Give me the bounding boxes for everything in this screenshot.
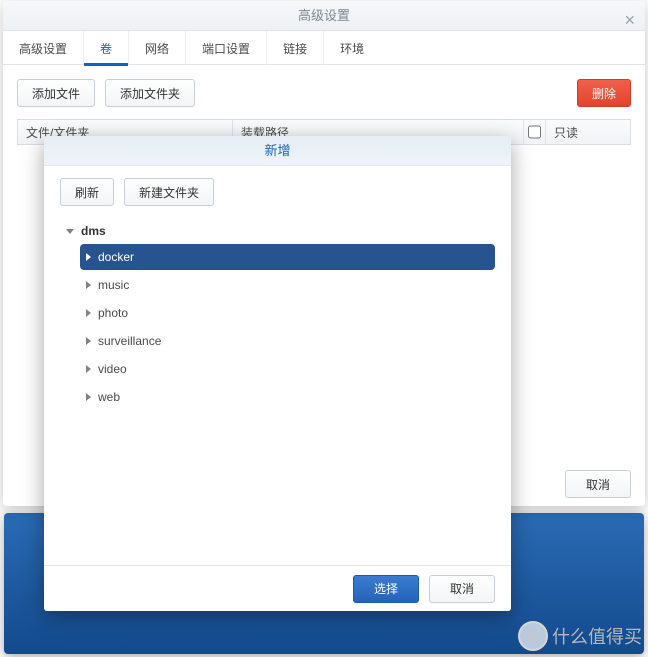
chevron-right-icon	[86, 337, 91, 345]
dialog-title: 新增	[44, 136, 511, 166]
chevron-right-icon	[86, 281, 91, 289]
new-folder-button[interactable]: 新建文件夹	[124, 178, 214, 206]
column-readonly[interactable]: 只读	[546, 120, 630, 144]
main-cancel-button[interactable]: 取消	[565, 470, 631, 498]
tabs: 高级设置 卷 网络 端口设置 链接 环境	[3, 31, 645, 65]
tree-root-label: dms	[81, 224, 106, 238]
tree-item-web[interactable]: web	[80, 384, 495, 410]
cancel-button[interactable]: 取消	[429, 575, 495, 603]
volume-toolbar: 添加文件 添加文件夹 删除	[17, 79, 631, 107]
tree-children: docker music photo surveillance video	[60, 244, 495, 410]
add-folder-button[interactable]: 添加文件夹	[105, 79, 195, 107]
tab-advanced[interactable]: 高级设置	[3, 31, 84, 65]
window-body: 添加文件 添加文件夹 删除 文件/文件夹 装载路径 只读	[3, 65, 645, 145]
tree-item-surveillance[interactable]: surveillance	[80, 328, 495, 354]
tree-item-label: surveillance	[98, 334, 161, 348]
tree-item-music[interactable]: music	[80, 272, 495, 298]
chevron-right-icon	[86, 393, 91, 401]
spacer	[205, 79, 567, 107]
column-checkbox[interactable]	[524, 120, 546, 144]
chevron-right-icon	[86, 253, 91, 261]
tab-ports[interactable]: 端口设置	[186, 31, 267, 65]
chevron-down-icon	[66, 229, 74, 234]
folder-browser-dialog: 新增 刷新 新建文件夹 dms docker music	[44, 136, 511, 611]
tree-item-label: music	[98, 278, 129, 292]
dialog-body: 刷新 新建文件夹 dms docker music photo	[44, 166, 511, 565]
tab-env[interactable]: 环境	[324, 31, 380, 65]
tree-item-label: video	[98, 362, 127, 376]
tree-item-video[interactable]: video	[80, 356, 495, 382]
dialog-footer: 选择 取消	[44, 565, 511, 611]
tree-item-label: photo	[98, 306, 128, 320]
refresh-button[interactable]: 刷新	[60, 178, 114, 206]
tree-item-label: docker	[98, 250, 134, 264]
tab-links[interactable]: 链接	[267, 31, 324, 65]
tree-item-label: web	[98, 390, 120, 404]
tab-network[interactable]: 网络	[129, 31, 186, 65]
close-icon[interactable]: ×	[624, 5, 635, 35]
folder-tree: dms docker music photo surveillance	[60, 218, 495, 561]
tree-item-photo[interactable]: photo	[80, 300, 495, 326]
dialog-toolbar: 刷新 新建文件夹	[60, 178, 495, 206]
window-title: 高级设置	[298, 8, 350, 23]
chevron-right-icon	[86, 365, 91, 373]
window-titlebar: 高级设置 ×	[3, 1, 645, 31]
select-all-checkbox[interactable]	[528, 125, 541, 139]
chevron-right-icon	[86, 309, 91, 317]
add-file-button[interactable]: 添加文件	[17, 79, 95, 107]
tab-volume[interactable]: 卷	[84, 31, 129, 65]
select-button[interactable]: 选择	[353, 575, 419, 603]
delete-button[interactable]: 删除	[577, 79, 631, 107]
tree-root[interactable]: dms	[60, 218, 495, 244]
tree-item-docker[interactable]: docker	[80, 244, 495, 270]
